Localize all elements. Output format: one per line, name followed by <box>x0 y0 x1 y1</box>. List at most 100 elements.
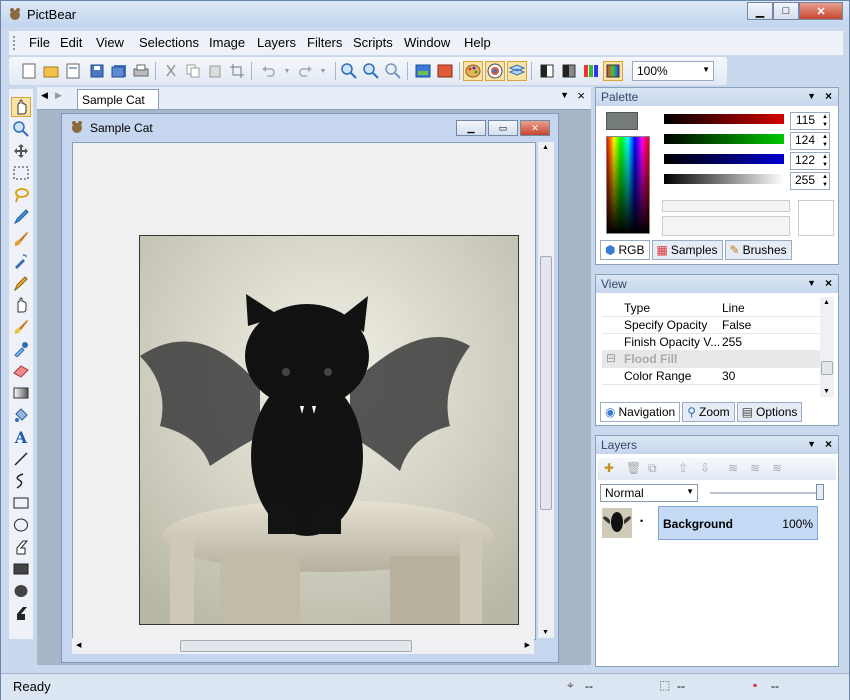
airbrush-icon[interactable] <box>11 251 31 271</box>
close-panel-icon[interactable]: × <box>825 89 832 103</box>
tab-samples[interactable]: ▦ Samples <box>651 240 723 260</box>
flatten-icon[interactable]: ≋ <box>772 461 782 475</box>
menu-selections[interactable]: Selections <box>139 35 199 50</box>
view-scroll-thumb[interactable] <box>821 361 833 375</box>
tab-options[interactable]: ▤ Options <box>736 402 803 422</box>
eyedropper-icon[interactable] <box>11 339 31 359</box>
move-tool-icon[interactable] <box>11 141 31 161</box>
contrast-icon[interactable] <box>559 61 579 81</box>
line-tool-icon[interactable] <box>11 449 31 469</box>
filled-rect-icon[interactable] <box>11 559 31 579</box>
rect-select-icon[interactable] <box>11 163 31 183</box>
layer-visibility-icon[interactable]: • <box>640 516 643 526</box>
zoom-select[interactable]: 100% ▼ <box>632 61 714 81</box>
red-value-input[interactable]: 115 ▲ ▼ <box>790 112 830 130</box>
doc-minimize-button[interactable]: ▁ <box>456 120 486 136</box>
tab-rgb[interactable]: ⬢ RGB <box>600 240 650 260</box>
print-icon[interactable] <box>131 61 151 81</box>
layer-row[interactable]: • Background 100% <box>600 506 820 540</box>
curve-tool-icon[interactable] <box>11 471 31 491</box>
alpha-slider[interactable] <box>664 174 784 184</box>
close-button[interactable]: ✕ <box>799 2 843 20</box>
ellipse-tool-icon[interactable] <box>11 515 31 535</box>
menu-scripts[interactable]: Scripts <box>353 35 393 50</box>
cut-icon[interactable] <box>161 61 181 81</box>
image-canvas[interactable] <box>72 142 536 640</box>
color-spectrum[interactable] <box>606 136 650 234</box>
pencil-icon[interactable] <box>11 207 31 227</box>
scroll-up-icon[interactable]: ▲ <box>542 144 549 151</box>
gradient-icon[interactable] <box>11 383 31 403</box>
open-folder-icon[interactable] <box>41 61 61 81</box>
move-layer-up-icon[interactable]: ⇧ <box>678 461 688 475</box>
layers-icon[interactable] <box>507 61 527 81</box>
menu-image[interactable]: Image <box>209 35 245 50</box>
text-tool-icon[interactable]: A <box>11 427 31 447</box>
hand-tool-icon[interactable] <box>11 97 31 117</box>
blend-mode-select[interactable]: Normal ▼ <box>600 484 698 502</box>
eraser-icon[interactable] <box>11 361 31 381</box>
tab-list-icon[interactable]: ▼ <box>560 90 569 100</box>
opacity-slider-track[interactable] <box>710 492 822 494</box>
horizontal-scroll-thumb[interactable] <box>180 640 412 652</box>
alpha-value-input[interactable]: 255 ▲ ▼ <box>790 172 830 190</box>
foreground-color-swatch[interactable] <box>606 112 638 130</box>
crop-icon[interactable] <box>227 61 247 81</box>
menu-view[interactable]: View <box>96 35 124 50</box>
minimize-button[interactable]: ▁ <box>747 2 773 20</box>
color-history-bar[interactable] <box>662 200 790 212</box>
green-slider[interactable] <box>664 134 784 144</box>
scroll-left-icon[interactable]: ◀ <box>76 641 81 649</box>
navigator-icon[interactable] <box>485 61 505 81</box>
scroll-down-icon[interactable]: ▼ <box>542 629 549 636</box>
zoom-fit-icon[interactable] <box>383 61 403 81</box>
zoom-tool-icon[interactable] <box>11 119 31 139</box>
save-icon[interactable] <box>87 61 107 81</box>
redo-dropdown-icon[interactable]: ▼ <box>313 61 333 81</box>
blue-slider[interactable] <box>664 154 784 164</box>
lasso-icon[interactable] <box>11 185 31 205</box>
zoom-in-icon[interactable] <box>339 61 359 81</box>
color-preview-bar[interactable] <box>662 216 790 236</box>
color-balance-icon[interactable] <box>581 61 601 81</box>
pin-icon[interactable]: ▼ <box>807 91 816 101</box>
duplicate-layer-icon[interactable]: ⧉ <box>648 461 657 476</box>
close-panel-icon[interactable]: × <box>825 437 832 451</box>
property-row[interactable]: Type Line <box>602 299 824 317</box>
image-view-icon[interactable] <box>413 61 433 81</box>
scroll-right-icon[interactable]: ▶ <box>525 641 530 649</box>
property-row[interactable]: Finish Opacity V... 255 <box>602 333 824 351</box>
property-row[interactable]: Color Range 30 <box>602 367 824 385</box>
chevron-right-icon[interactable]: ▶ <box>55 90 62 101</box>
layer-selected[interactable]: Background 100% <box>658 506 818 540</box>
save-all-icon[interactable] <box>109 61 129 81</box>
close-tab-icon[interactable]: × <box>577 88 585 103</box>
new-file-icon[interactable] <box>19 61 39 81</box>
menu-layers[interactable]: Layers <box>257 35 296 50</box>
doc-close-button[interactable]: ✕ <box>520 120 550 136</box>
property-category[interactable]: ⊟ Flood Fill <box>602 350 824 368</box>
collapse-icon[interactable]: ⊟ <box>606 351 616 365</box>
freeform-tool-icon[interactable] <box>11 537 31 557</box>
menu-edit[interactable]: Edit <box>60 35 82 50</box>
pin-icon[interactable]: ▼ <box>807 439 816 449</box>
tab-zoom[interactable]: ⚲ Zoom <box>682 402 735 422</box>
pin-icon[interactable]: ▼ <box>807 278 816 288</box>
palette-icon[interactable] <box>463 61 483 81</box>
doc-maximize-button[interactable]: ▭ <box>488 120 518 136</box>
filled-freeform-icon[interactable] <box>11 603 31 623</box>
pen-icon[interactable] <box>11 273 31 293</box>
histogram-icon[interactable] <box>603 61 623 81</box>
clone-brush-icon[interactable] <box>11 317 31 337</box>
tab-navigation[interactable]: ◉ Navigation <box>600 402 681 422</box>
browse-icon[interactable] <box>63 61 83 81</box>
copy-icon[interactable] <box>183 61 203 81</box>
menu-filters[interactable]: Filters <box>307 35 342 50</box>
chevron-left-icon[interactable]: ◀ <box>41 90 48 101</box>
blue-value-input[interactable]: 122 ▲ ▼ <box>790 152 830 170</box>
new-layer-icon[interactable]: ✚ <box>604 461 614 475</box>
redo-icon[interactable] <box>295 61 315 81</box>
vertical-scroll-thumb[interactable] <box>540 256 552 510</box>
menu-window[interactable]: Window <box>404 35 450 50</box>
close-panel-icon[interactable]: × <box>825 276 832 290</box>
